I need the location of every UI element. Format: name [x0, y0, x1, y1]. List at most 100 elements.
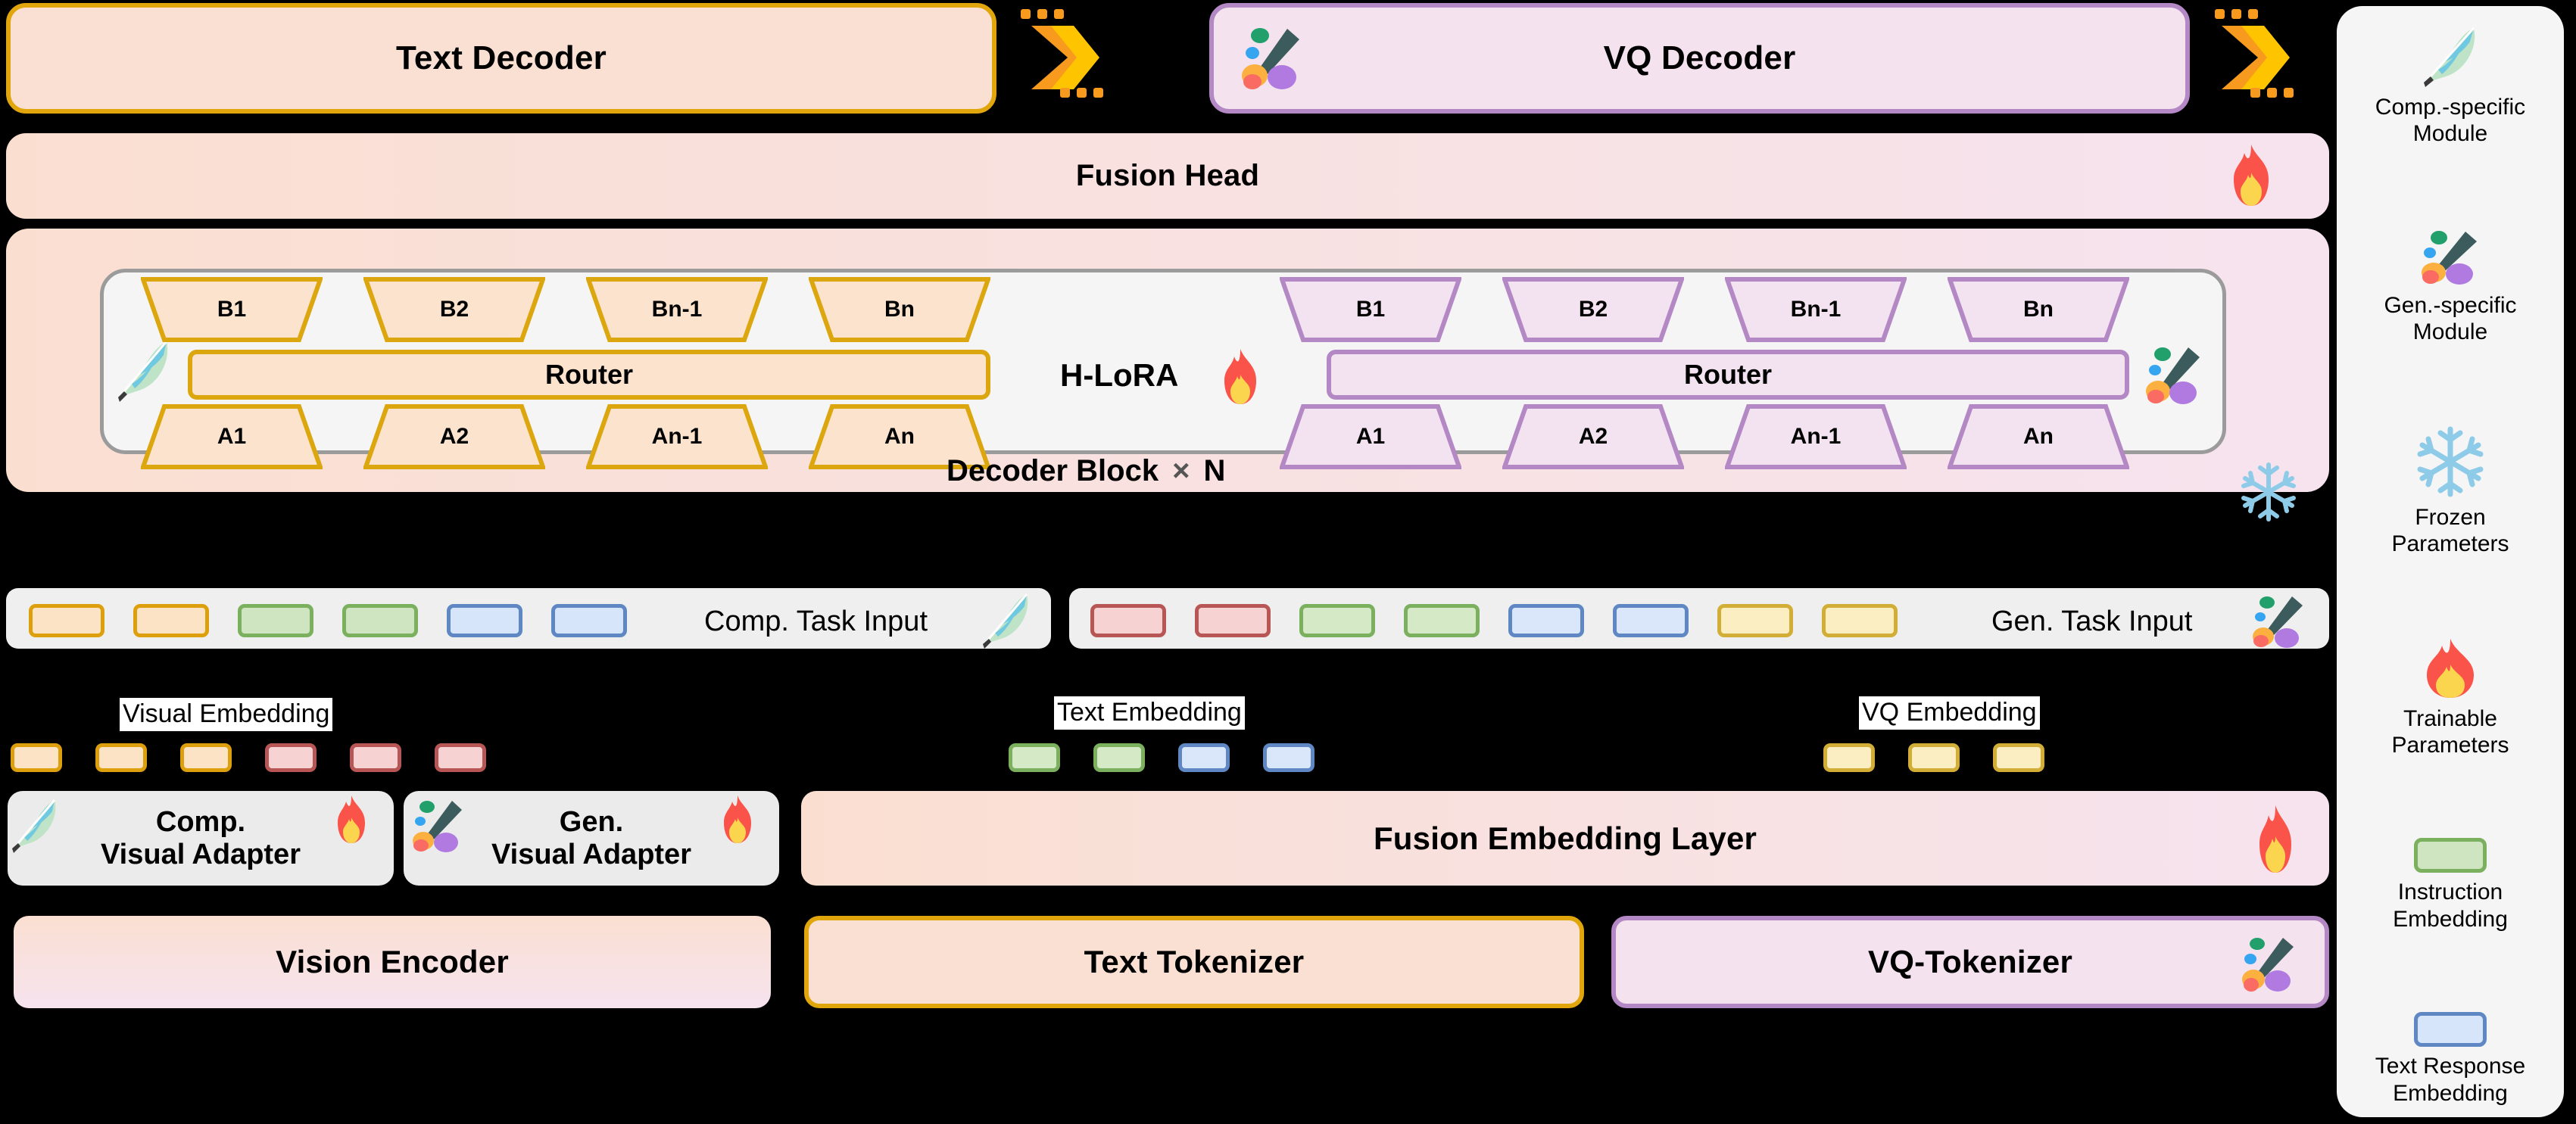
decoder-comp-feather-icon	[114, 337, 174, 403]
comp-expert-an-1-label: An-1	[651, 424, 703, 449]
vq-decoder-block[interactable]: VQ Decoder	[1209, 3, 2190, 114]
gen-expert-an-label: An	[2023, 424, 2054, 449]
comp-expert-b2[interactable]: B2	[363, 277, 545, 342]
comp-expert-an-label: An	[884, 424, 915, 449]
gen-task-input-label: Gen. Task Input	[1991, 606, 2193, 637]
fusion-head-label: Fusion Head	[1075, 159, 1260, 192]
visual-embedding-tokens	[11, 743, 486, 772]
comp-visual-adapter-line2: Visual Adapter	[101, 838, 301, 870]
gen-expert-a2-label: A2	[1578, 424, 1608, 449]
comp-expert-a1[interactable]: A1	[141, 404, 323, 469]
comp-expert-a2[interactable]: A2	[363, 404, 545, 469]
vision-encoder-label: Vision Encoder	[276, 944, 509, 979]
comp-visual-adapter-feather-icon	[9, 796, 61, 854]
gen-expert-bn-1[interactable]: Bn-1	[1725, 277, 1907, 342]
decoder-block-count: N	[1203, 454, 1226, 487]
text-tokenizer-block[interactable]: Text Tokenizer	[804, 916, 1584, 1008]
vq-tokenizer-block[interactable]: VQ-Tokenizer	[1611, 916, 2329, 1008]
gen-task-input-paintbrush-icon	[2250, 592, 2308, 649]
vq-tokenizer-paintbrush-icon	[2240, 933, 2299, 993]
comp-expert-bn-1[interactable]: Bn-1	[586, 277, 768, 342]
comp-expert-a1-label: A1	[217, 424, 247, 449]
comp-expert-bn[interactable]: Bn	[809, 277, 990, 342]
gen-token	[1822, 604, 1898, 637]
comp-token	[29, 604, 104, 637]
fusion-embedding-layer[interactable]: Fusion Embedding Layer	[801, 791, 2329, 886]
blue-chip-swatch	[2414, 1012, 2487, 1048]
vq-embedding-caption: VQ Embedding	[1859, 696, 2040, 730]
vision-encoder-block[interactable]: Vision Encoder	[14, 916, 771, 1008]
comp-token	[551, 604, 627, 637]
visual-embedding-token	[180, 743, 232, 772]
legend-panel: Comp.-specific Module Gen.-specific Modu…	[2337, 6, 2564, 1117]
diagram-canvas: Text Decoder VQ Decoder Fusion Head B1 B…	[0, 0, 2576, 1124]
gen-token	[1404, 604, 1480, 637]
legend-label-line2: Parameters	[2391, 732, 2509, 758]
gen-router[interactable]: Router	[1327, 350, 2129, 400]
gen-expert-an-1[interactable]: An-1	[1725, 404, 1907, 469]
legend-label-line2: Parameters	[2391, 531, 2509, 557]
green-chip-swatch	[2414, 838, 2487, 873]
legend-label-line1: Comp.-specific	[2375, 95, 2526, 120]
legend-label-line1: Trainable	[2403, 705, 2497, 731]
text-decoder-label: Text Decoder	[396, 39, 607, 76]
gen-expert-b2[interactable]: B2	[1502, 277, 1684, 342]
gen-token	[1717, 604, 1793, 637]
comp-visual-adapter-fire-icon	[333, 795, 370, 845]
vq-embedding-token	[1908, 743, 1960, 772]
visual-embedding-token	[435, 743, 486, 772]
legend-item-trainable-parameters: Trainable Parameters	[2347, 637, 2553, 759]
comp-token	[342, 604, 418, 637]
text-embedding-token	[1093, 743, 1145, 772]
comp-expert-b2-label: B2	[439, 297, 469, 322]
legend-label-line2: Module	[2412, 121, 2488, 147]
vq-embedding-token	[1993, 743, 2044, 772]
gen-expert-a1-label: A1	[1355, 424, 1386, 449]
fusion-embedding-fire-icon	[2255, 805, 2296, 874]
gen-expert-b1[interactable]: B1	[1280, 277, 1461, 342]
comp-expert-bn-1-label: Bn-1	[651, 297, 703, 322]
fusion-embedding-layer-label: Fusion Embedding Layer	[1373, 820, 1757, 856]
legend-item-gen-specific-module: Gen.-specific Module	[2347, 227, 2553, 346]
text-decoder-block[interactable]: Text Decoder	[6, 3, 996, 114]
decoder-block-times-icon: ×	[1172, 454, 1190, 487]
text-embedding-token	[1009, 743, 1060, 772]
paintbrush-icon	[2419, 227, 2482, 286]
comp-visual-adapter-line1: Comp.	[155, 805, 246, 838]
gen-visual-adapter-line2: Visual Adapter	[491, 838, 691, 870]
text-embedding-token	[1178, 743, 1230, 772]
comp-expert-b1[interactable]: B1	[141, 277, 323, 342]
visual-embedding-token	[350, 743, 401, 772]
vq-decoder-label: VQ Decoder	[1603, 39, 1796, 76]
comp-expert-a2-label: A2	[439, 424, 469, 449]
gen-task-input-tokens	[1090, 604, 1898, 637]
visual-embedding-token	[95, 743, 147, 772]
text-embedding-token	[1263, 743, 1315, 772]
legend-label-line2: Embedding	[2393, 906, 2508, 932]
gen-expert-an-1-label: An-1	[1790, 424, 1842, 449]
comp-token	[133, 604, 209, 637]
gen-expert-an[interactable]: An	[1948, 404, 2129, 469]
legend-label-line2: Module	[2412, 319, 2488, 345]
text-embedding-caption: Text Embedding	[1054, 696, 1245, 730]
comp-task-input-label: Comp. Task Input	[704, 606, 928, 637]
gen-expert-a2[interactable]: A2	[1502, 404, 1684, 469]
gen-visual-adapter-paintbrush-icon	[410, 796, 466, 854]
gen-token	[1090, 604, 1166, 637]
legend-item-comp-specific-module: Comp.-specific Module	[2347, 24, 2553, 148]
legend-label-line1: Gen.-specific	[2384, 292, 2517, 318]
gen-expert-a1[interactable]: A1	[1280, 404, 1461, 469]
comp-expert-an-1[interactable]: An-1	[586, 404, 768, 469]
gen-expert-b1-label: B1	[1355, 297, 1386, 322]
vq-embedding-token	[1823, 743, 1875, 772]
vq-decoder-dots-top	[2215, 9, 2258, 19]
gen-token	[1195, 604, 1271, 637]
fusion-head-block[interactable]: Fusion Head	[6, 133, 2329, 219]
gen-expert-bn[interactable]: Bn	[1948, 277, 2129, 342]
visual-embedding-token	[11, 743, 62, 772]
text-decoder-dots-top	[1021, 9, 1064, 19]
comp-router[interactable]: Router	[188, 350, 990, 400]
snowflake-icon	[2414, 425, 2487, 498]
gen-expert-bn-1-label: Bn-1	[1790, 297, 1842, 322]
fire-icon	[2418, 637, 2483, 699]
